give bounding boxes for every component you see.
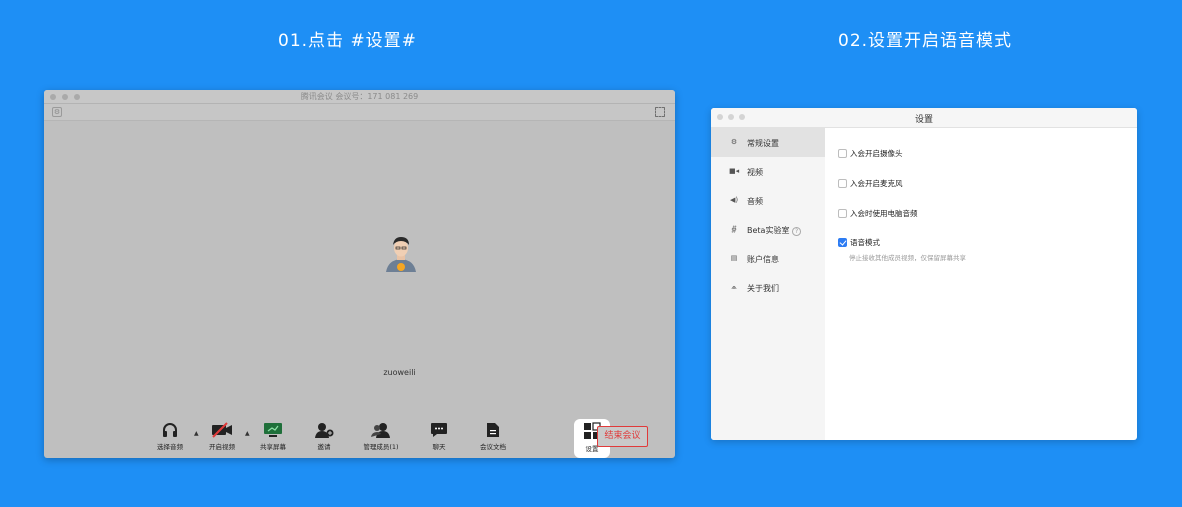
nav-label: 关于我们 bbox=[747, 284, 779, 293]
nav-beta-lab[interactable]: ∯ Beta实验室 ? bbox=[711, 215, 825, 244]
settings-titlebar: 设置 bbox=[711, 108, 1137, 128]
meeting-docs-label: 会议文档 bbox=[480, 443, 506, 451]
info-icon: ⩕ bbox=[731, 283, 737, 291]
manage-members-button[interactable]: 管理成员(1) bbox=[359, 422, 403, 451]
nav-label: Beta实验室 ? bbox=[747, 225, 802, 236]
option-label: 入会时使用电脑音频 bbox=[850, 209, 918, 218]
select-audio-button[interactable]: 选择音频 bbox=[148, 422, 192, 451]
share-screen-button[interactable]: 共享屏幕 bbox=[251, 422, 295, 451]
meeting-window: 腾讯会议 会议号：171 081 269 ⚙ zuoweili 选择音频 ▲ 开… bbox=[44, 90, 675, 458]
option-voice-mode[interactable]: 语音模式 bbox=[838, 237, 880, 248]
flask-icon: ∯ bbox=[731, 225, 737, 233]
checkbox[interactable] bbox=[838, 179, 847, 188]
participant-name: zuoweili bbox=[383, 368, 416, 377]
chat-label: 聊天 bbox=[432, 443, 446, 451]
invite-button[interactable]: 邀请 bbox=[302, 422, 346, 451]
nav-video[interactable]: ■◂ 视频 bbox=[711, 157, 825, 186]
meeting-top-toolbar: ⚙ bbox=[44, 104, 675, 121]
nav-audio[interactable]: ◀) 音频 bbox=[711, 186, 825, 215]
video-off-icon bbox=[212, 422, 232, 438]
checkbox[interactable] bbox=[838, 209, 847, 218]
speaker-icon: ◀) bbox=[729, 196, 739, 204]
members-icon bbox=[371, 423, 390, 438]
nav-beta-label: Beta实验室 bbox=[747, 226, 790, 235]
nav-account-info[interactable]: ▤ 账户信息 bbox=[711, 244, 825, 273]
option-label: 语音模式 bbox=[850, 238, 880, 247]
option-computer-audio[interactable]: 入会时使用电脑音频 bbox=[838, 208, 918, 219]
step-1-title: 01.点击 #设置# bbox=[278, 31, 417, 51]
option-label: 入会开启麦克风 bbox=[850, 179, 903, 188]
checkbox-checked[interactable] bbox=[838, 238, 847, 247]
invite-icon bbox=[315, 423, 334, 438]
settings-title: 设置 bbox=[914, 115, 933, 125]
nav-general-settings[interactable]: ⚙ 常规设置 bbox=[711, 128, 825, 157]
checkbox[interactable] bbox=[838, 149, 847, 158]
headphones-icon bbox=[163, 423, 177, 437]
manage-members-label: 管理成员(1) bbox=[363, 443, 399, 451]
meeting-docs-button[interactable]: 会议文档 bbox=[471, 422, 515, 451]
start-video-button[interactable]: 开启视频 bbox=[200, 422, 244, 451]
select-audio-label: 选择音频 bbox=[157, 443, 183, 451]
share-screen-icon bbox=[264, 423, 282, 437]
nav-label: 视频 bbox=[747, 168, 763, 177]
info-gear-icon[interactable]: ⚙ bbox=[52, 107, 62, 117]
option-camera-on-join[interactable]: 入会开启摄像头 bbox=[838, 148, 903, 159]
start-video-label: 开启视频 bbox=[209, 443, 235, 451]
fullscreen-icon[interactable] bbox=[655, 107, 665, 117]
audio-options-caret[interactable]: ▲ bbox=[194, 430, 199, 437]
share-screen-label: 共享屏幕 bbox=[260, 443, 286, 451]
option-mic-on-join[interactable]: 入会开启麦克风 bbox=[838, 178, 903, 189]
end-meeting-button[interactable]: 结束会议 bbox=[597, 426, 648, 447]
invite-label: 邀请 bbox=[317, 443, 331, 451]
camera-icon: ■◂ bbox=[729, 167, 740, 175]
meeting-title: 腾讯会议 会议号：171 081 269 bbox=[300, 92, 419, 101]
nav-label: 账户信息 bbox=[747, 255, 779, 264]
settings-sidebar: ⚙ 常规设置 ■◂ 视频 ◀) 音频 ∯ Beta实验室 ? ▤ 账户信息 ⩕ … bbox=[711, 128, 825, 440]
document-icon bbox=[487, 423, 499, 437]
meeting-titlebar: 腾讯会议 会议号：171 081 269 bbox=[44, 90, 675, 104]
nav-about[interactable]: ⩕ 关于我们 bbox=[711, 273, 825, 302]
gear-icon: ⚙ bbox=[730, 138, 738, 146]
video-options-caret[interactable]: ▲ bbox=[245, 430, 250, 437]
step-2-title: 02.设置开启语音模式 bbox=[838, 31, 1013, 51]
id-card-icon: ▤ bbox=[730, 254, 738, 262]
chat-button[interactable]: 聊天 bbox=[417, 422, 461, 451]
nav-label: 常规设置 bbox=[747, 139, 779, 148]
option-label: 入会开启摄像头 bbox=[850, 149, 903, 158]
settings-window: 设置 ⚙ 常规设置 ■◂ 视频 ◀) 音频 ∯ Beta实验室 ? ▤ 账户信息… bbox=[711, 108, 1137, 440]
nav-label: 音频 bbox=[747, 197, 763, 206]
voice-mode-description: 停止接收其他成员视频，仅保留屏幕共享 bbox=[849, 254, 966, 262]
participant-avatar bbox=[382, 232, 420, 272]
help-icon[interactable]: ? bbox=[792, 227, 802, 236]
chat-icon bbox=[431, 423, 447, 437]
